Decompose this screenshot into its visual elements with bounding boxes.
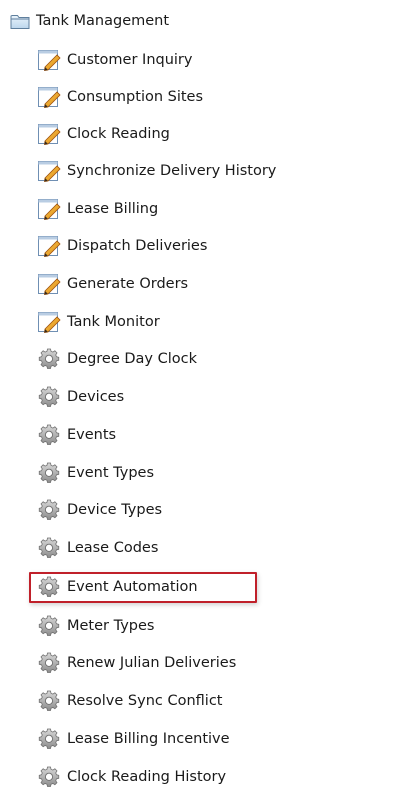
tree-item-tank-monitor[interactable]: Tank Monitor [36,309,160,335]
edit-form-icon [36,122,62,146]
tree-item-label: Lease Billing Incentive [67,731,230,747]
gear-icon [36,765,62,789]
gear-icon [36,461,62,485]
edit-form-icon [36,85,62,109]
tree-item-label: Lease Billing [67,201,159,217]
tree-root-tank-management[interactable]: Tank Management [10,9,169,33]
folder-icon [10,13,30,30]
edit-form-icon [36,272,62,296]
tree-item-lease-billing[interactable]: Lease Billing [36,196,158,222]
edit-form-icon [36,310,62,334]
gear-icon [36,423,62,447]
gear-icon [36,689,62,713]
tree-item-label: Synchronize Delivery History [67,163,277,179]
tree-item-label: Consumption Sites [67,89,204,105]
edit-form-icon [36,234,62,258]
tree-item-label: Dispatch Deliveries [67,238,208,254]
tree-item-synchronize-delivery-history[interactable]: Synchronize Delivery History [36,158,276,184]
gear-icon [36,614,62,638]
tree-item-label: Tank Monitor [67,314,160,330]
tree-root-label: Tank Management [36,13,170,29]
tree-item-meter-types[interactable]: Meter Types [36,613,154,639]
tree-item-dispatch-deliveries[interactable]: Dispatch Deliveries [36,233,207,259]
tree-item-clock-reading[interactable]: Clock Reading [36,121,170,147]
tree-item-clock-reading-history[interactable]: Clock Reading History [36,764,226,790]
gear-icon [36,385,62,409]
edit-form-icon [36,48,62,72]
tree-item-label: Event Automation [67,579,198,595]
gear-icon [36,347,62,371]
tree-item-customer-inquiry[interactable]: Customer Inquiry [36,47,192,73]
tree-item-consumption-sites[interactable]: Consumption Sites [36,84,203,110]
tree-item-label: Device Types [67,502,163,518]
tree-item-label: Event Types [67,465,155,481]
tree-item-generate-orders[interactable]: Generate Orders [36,271,188,297]
tree-item-label: Generate Orders [67,276,189,292]
tree-item-label: Lease Codes [67,540,159,556]
tree-item-lease-codes[interactable]: Lease Codes [36,535,158,561]
tree-item-label: Renew Julian Deliveries [67,655,237,671]
tree-item-devices[interactable]: Devices [36,384,124,410]
tree-item-label: Customer Inquiry [67,52,193,68]
edit-form-icon [36,159,62,183]
tree-item-label: Devices [67,389,125,405]
edit-form-icon [36,197,62,221]
tree-item-label: Events [67,427,117,443]
gear-icon [36,536,62,560]
gear-icon [36,575,62,599]
tree-item-label: Clock Reading [67,126,170,142]
gear-icon [36,498,62,522]
tree-item-label: Resolve Sync Conflict [67,693,223,709]
gear-icon [36,727,62,751]
tree-item-resolve-sync-conflict[interactable]: Resolve Sync Conflict [36,688,222,714]
tree-item-degree-day-clock[interactable]: Degree Day Clock [36,346,197,372]
tree-item-events[interactable]: Events [36,422,116,448]
tree-item-label: Meter Types [67,618,155,634]
tree-item-device-types[interactable]: Device Types [36,497,162,523]
tree-item-renew-julian-deliveries[interactable]: Renew Julian Deliveries [36,650,236,676]
tree-item-label: Degree Day Clock [67,351,198,367]
tree-item-event-types[interactable]: Event Types [36,460,154,486]
gear-icon [36,651,62,675]
tree-item-label: Clock Reading History [67,769,227,785]
tree-item-event-automation[interactable]: Event Automation [36,574,198,600]
tree-item-lease-billing-incentive[interactable]: Lease Billing Incentive [36,726,230,752]
